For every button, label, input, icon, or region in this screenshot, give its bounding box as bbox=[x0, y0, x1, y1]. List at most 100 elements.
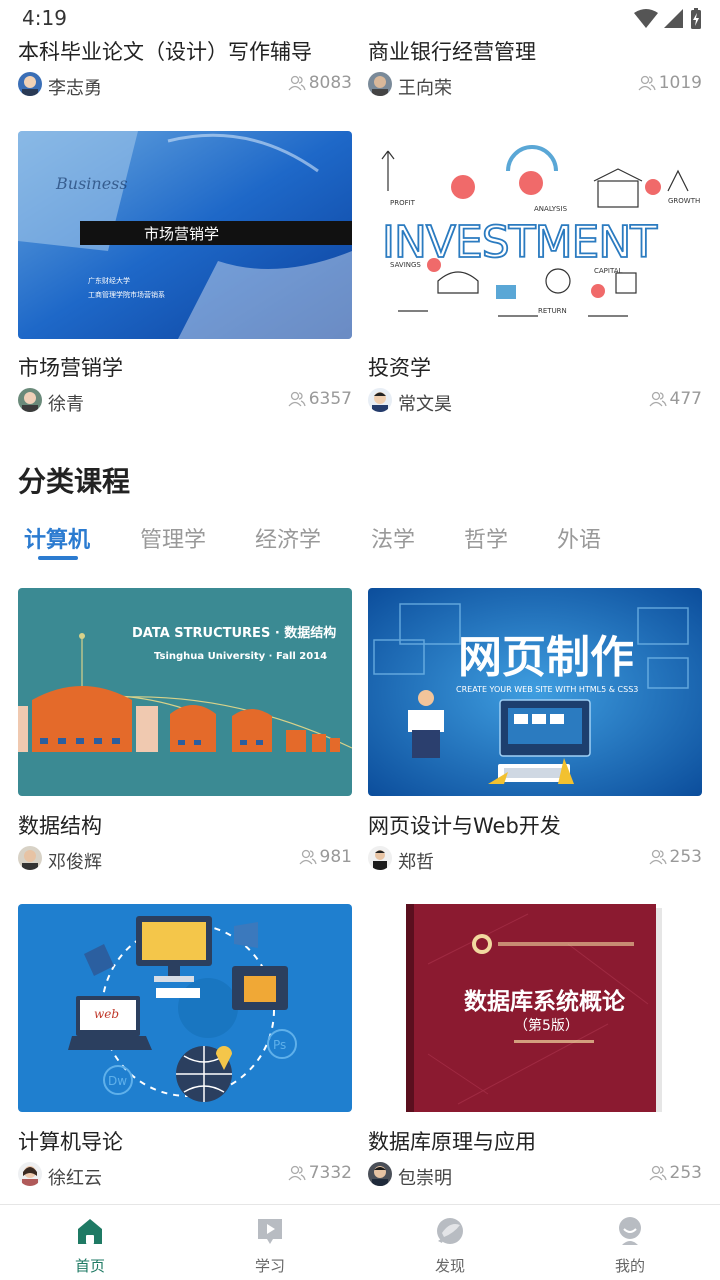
nav-learn[interactable]: 学习 bbox=[180, 1205, 360, 1280]
learner-count: 981 bbox=[299, 847, 352, 867]
wifi-icon bbox=[634, 9, 658, 28]
course-cover-data-structures[interactable]: DATA STRUCTURES · 数据结构 Tsinghua Universi… bbox=[18, 588, 352, 796]
cover-text-ps: Ps bbox=[273, 1038, 286, 1052]
teacher-row: 包崇明 253 bbox=[368, 1162, 702, 1190]
cover-label: RETURN bbox=[538, 307, 567, 315]
avatar bbox=[18, 1162, 42, 1186]
avatar bbox=[368, 72, 392, 96]
tab-computer[interactable]: 计算机 bbox=[24, 522, 90, 554]
cover-heading: INVESTMENT bbox=[382, 217, 657, 268]
learner-count: 6357 bbox=[288, 389, 352, 409]
nav-label: 学习 bbox=[254, 1257, 285, 1275]
people-icon bbox=[299, 849, 317, 865]
course-cover-marketing[interactable]: Business 市场营销学 广东财经大学 工商管理学院市场营销系 bbox=[18, 131, 352, 339]
teacher-name: 徐红云 bbox=[48, 1168, 102, 1189]
web-design-cover-image: 网页制作 CREATE YOUR WEB SITE WITH HTML5 & C… bbox=[368, 588, 702, 796]
people-icon bbox=[288, 1165, 306, 1181]
teacher-name: 王向荣 bbox=[398, 78, 452, 99]
learner-count: 253 bbox=[649, 1163, 702, 1183]
cover-text-web: web bbox=[94, 1007, 119, 1021]
teacher-name: 徐青 bbox=[48, 394, 84, 415]
cover-subheading: CREATE YOUR WEB SITE WITH HTML5 & CSS3 bbox=[456, 685, 638, 694]
cover-label: PROFIT bbox=[390, 199, 416, 207]
nav-home[interactable]: 首页 bbox=[0, 1205, 180, 1280]
nav-label: 我的 bbox=[614, 1257, 645, 1275]
investment-cover-image: INVESTMENT PROFIT ANALYSIS GROWTH SAVING… bbox=[368, 131, 702, 339]
course-cover-web-design[interactable]: 网页制作 CREATE YOUR WEB SITE WITH HTML5 & C… bbox=[368, 588, 702, 796]
learner-count: 1019 bbox=[638, 73, 702, 93]
section-title: 分类课程 bbox=[18, 465, 131, 498]
avatar bbox=[368, 1162, 392, 1186]
course-title[interactable]: 商业银行经营管理 bbox=[368, 36, 708, 66]
category-tabs: 计算机 管理学 经济学 法学 哲学 外语 bbox=[0, 518, 720, 568]
database-cover-image: 数据库系统概论 （第5版） bbox=[368, 904, 702, 1112]
nav-label: 首页 bbox=[74, 1257, 105, 1275]
bottom-nav: 首页 学习 发现 我的 bbox=[0, 1204, 720, 1280]
avatar bbox=[368, 846, 392, 870]
course-title[interactable]: 网页设计与Web开发 bbox=[368, 810, 708, 840]
course-title[interactable]: 计算机导论 bbox=[18, 1126, 358, 1156]
cover-line: 广东财经大学 bbox=[88, 276, 130, 285]
tab-philosophy[interactable]: 哲学 bbox=[464, 522, 508, 554]
people-icon bbox=[649, 1165, 667, 1181]
cover-label: SAVINGS bbox=[390, 261, 421, 269]
status-bar: 4:19 bbox=[0, 0, 720, 36]
course-title[interactable]: 本科毕业论文（设计）写作辅导 bbox=[18, 36, 358, 66]
learner-count: 8083 bbox=[288, 73, 352, 93]
cover-heading: 网页制作 bbox=[458, 632, 634, 683]
course-title[interactable]: 数据结构 bbox=[18, 810, 358, 840]
people-icon bbox=[649, 849, 667, 865]
people-icon bbox=[649, 391, 667, 407]
teacher-name: 邓俊辉 bbox=[48, 852, 102, 873]
course-title[interactable]: 市场营销学 bbox=[18, 352, 358, 382]
teacher-row: 常文昊 477 bbox=[368, 388, 702, 416]
nav-discover[interactable]: 发现 bbox=[360, 1205, 540, 1280]
cover-heading: DATA STRUCTURES · 数据结构 bbox=[132, 625, 336, 641]
course-cover-database[interactable]: 数据库系统概论 （第5版） bbox=[368, 904, 702, 1112]
status-icons bbox=[634, 8, 702, 30]
course-title[interactable]: 投资学 bbox=[368, 352, 708, 382]
tab-management[interactable]: 管理学 bbox=[140, 522, 206, 554]
teacher-name: 常文昊 bbox=[398, 394, 452, 415]
cover-heading: 数据库系统概论 bbox=[464, 988, 626, 1015]
teacher-row: 徐红云 7332 bbox=[18, 1162, 352, 1190]
course-cover-investment[interactable]: INVESTMENT PROFIT ANALYSIS GROWTH SAVING… bbox=[368, 131, 702, 339]
course-cover-intro-computing[interactable]: web Dw Ps bbox=[18, 904, 352, 1112]
teacher-row: 徐青 6357 bbox=[18, 388, 352, 416]
learner-count: 477 bbox=[649, 389, 702, 409]
tab-indicator bbox=[38, 556, 78, 560]
battery-icon bbox=[691, 8, 701, 29]
teacher-row: 李志勇 8083 bbox=[18, 72, 352, 100]
intro-computing-cover-image: web Dw Ps bbox=[18, 904, 352, 1112]
discover-icon bbox=[437, 1218, 463, 1244]
signal-icon bbox=[664, 9, 683, 28]
nav-profile[interactable]: 我的 bbox=[540, 1205, 720, 1280]
cover-subheading: Tsinghua University · Fall 2014 bbox=[154, 651, 327, 662]
avatar bbox=[368, 388, 392, 412]
people-icon bbox=[638, 75, 656, 91]
tab-law[interactable]: 法学 bbox=[371, 522, 415, 554]
avatar bbox=[18, 846, 42, 870]
teacher-name: 包崇明 bbox=[398, 1168, 452, 1189]
data-structures-cover-image: DATA STRUCTURES · 数据结构 Tsinghua Universi… bbox=[18, 588, 352, 796]
marketing-cover-image: Business 市场营销学 广东财经大学 工商管理学院市场营销系 bbox=[18, 131, 352, 339]
nav-label: 发现 bbox=[434, 1257, 465, 1275]
profile-icon bbox=[619, 1217, 641, 1245]
home-icon bbox=[78, 1219, 102, 1244]
tab-economics[interactable]: 经济学 bbox=[255, 522, 321, 554]
people-icon bbox=[288, 75, 306, 91]
play-video-icon bbox=[258, 1219, 282, 1244]
cover-text-dw: Dw bbox=[108, 1074, 127, 1088]
teacher-name: 李志勇 bbox=[48, 78, 102, 99]
cover-label: ANALYSIS bbox=[534, 205, 568, 213]
status-time: 4:19 bbox=[22, 6, 67, 30]
avatar bbox=[18, 388, 42, 412]
teacher-row: 王向荣 1019 bbox=[368, 72, 702, 100]
avatar bbox=[18, 72, 42, 96]
course-title[interactable]: 数据库原理与应用 bbox=[368, 1126, 708, 1156]
teacher-row: 郑哲 253 bbox=[368, 846, 702, 874]
cover-heading: 市场营销学 bbox=[144, 225, 219, 243]
cover-overlay-text: Business bbox=[55, 174, 128, 193]
tab-foreign-language[interactable]: 外语 bbox=[557, 522, 601, 554]
learner-count: 7332 bbox=[288, 1163, 352, 1183]
